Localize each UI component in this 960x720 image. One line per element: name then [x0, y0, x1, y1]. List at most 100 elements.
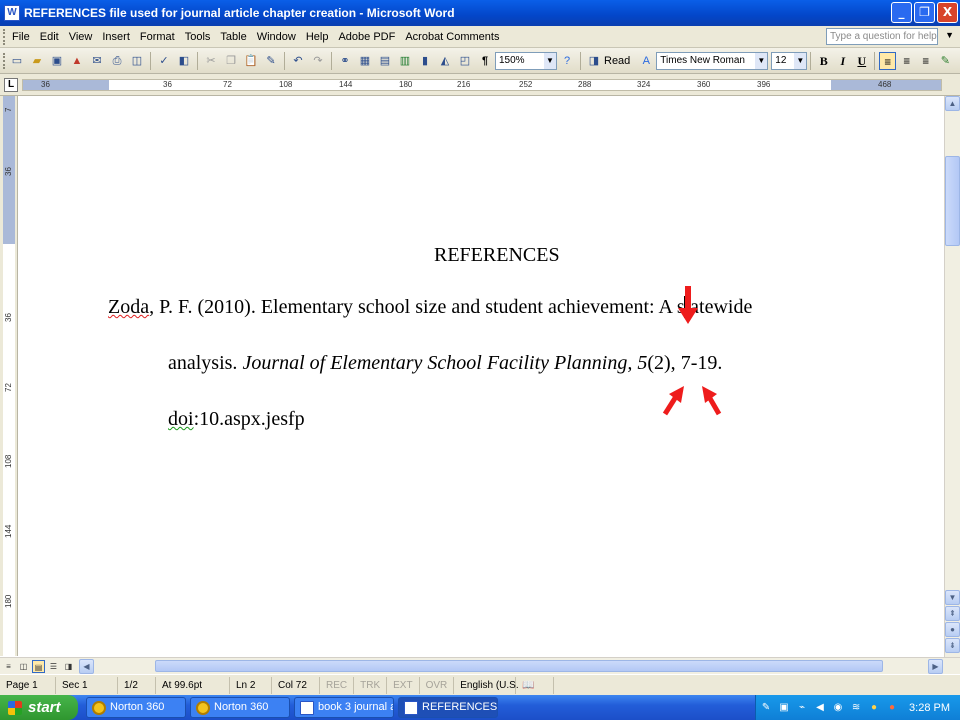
hyperlink-icon[interactable]: ⚭: [337, 53, 353, 69]
menu-edit[interactable]: Edit: [35, 31, 64, 43]
open-folder-icon[interactable]: ▰: [29, 53, 45, 69]
menu-tools[interactable]: Tools: [180, 31, 216, 43]
font-size-select[interactable]: 12 ▼: [771, 51, 808, 70]
menu-file[interactable]: File: [7, 31, 35, 43]
status-trk[interactable]: TRK: [354, 676, 388, 694]
italic-button[interactable]: I: [834, 52, 851, 70]
taskbar-item-references[interactable]: REFERENCES fil...: [398, 697, 498, 718]
maximize-button[interactable]: ❐: [914, 2, 935, 23]
research-icon[interactable]: ◧: [176, 53, 192, 69]
save-icon[interactable]: ▣: [49, 53, 65, 69]
minimize-button[interactable]: _: [891, 2, 912, 23]
align-right-button[interactable]: ≡: [917, 52, 934, 70]
columns-icon[interactable]: ▮: [417, 53, 433, 69]
tray-arrow-icon[interactable]: ◀: [813, 701, 827, 715]
permission-icon[interactable]: ▲: [69, 53, 85, 69]
browse-object-icon[interactable]: ●: [945, 622, 960, 637]
normal-view-icon[interactable]: ≡: [2, 660, 15, 673]
menu-view[interactable]: View: [64, 31, 98, 43]
close-button[interactable]: X: [937, 2, 958, 23]
styles-icon[interactable]: A: [638, 53, 654, 69]
underline-button[interactable]: U: [853, 52, 870, 70]
copy-icon[interactable]: ❐: [223, 53, 239, 69]
drawing-icon[interactable]: ◭: [437, 53, 453, 69]
taskbar-item-norton-2[interactable]: Norton 360: [190, 697, 290, 718]
bold-button[interactable]: B: [815, 52, 832, 70]
start-button[interactable]: start: [0, 695, 78, 720]
menu-window[interactable]: Window: [252, 31, 301, 43]
horizontal-scrollbar[interactable]: ≡ ◫ ▤ ☰ ◨ ◀ ▶: [0, 657, 960, 674]
word-app-icon[interactable]: W: [4, 5, 20, 21]
cut-icon[interactable]: ✂: [203, 53, 219, 69]
status-ext[interactable]: EXT: [387, 676, 420, 694]
vertical-scrollbar[interactable]: ▲ ▼ ⇞ ● ⇟: [944, 96, 960, 657]
paste-icon[interactable]: 📋: [243, 53, 259, 69]
tray-alert-icon[interactable]: ●: [885, 701, 899, 715]
reading-layout-icon[interactable]: ◨: [62, 660, 75, 673]
insert-excel-icon[interactable]: ▥: [397, 53, 413, 69]
taskbar-item-book3[interactable]: book 3 journal a...: [294, 697, 394, 718]
highlight-icon[interactable]: ✎: [937, 53, 953, 69]
horizontal-ruler[interactable]: L 36 36 72 108 144 180 216 252 288 324 3…: [0, 74, 960, 96]
help-icon[interactable]: ?: [559, 53, 575, 69]
horizontal-scroll-thumb[interactable]: [155, 660, 883, 672]
print-icon[interactable]: ⎙: [109, 53, 125, 69]
read-mode-button[interactable]: Read: [604, 55, 630, 67]
status-language[interactable]: English (U.S.: [454, 676, 519, 694]
web-layout-icon[interactable]: ◫: [17, 660, 30, 673]
help-search-input[interactable]: Type a question for help: [826, 28, 938, 45]
tray-network-icon[interactable]: ⌁: [795, 701, 809, 715]
document-page[interactable]: REFERENCES Zoda, P. F. (2010). Elementar…: [19, 96, 944, 657]
scroll-up-icon[interactable]: ▲: [945, 96, 960, 111]
scroll-right-icon[interactable]: ▶: [928, 659, 943, 674]
tray-security-icon[interactable]: ●: [867, 701, 881, 715]
undo-icon[interactable]: ↶: [290, 53, 306, 69]
print-preview-icon[interactable]: ◫: [129, 53, 145, 69]
show-hide-icon[interactable]: ¶: [477, 53, 493, 69]
format-painter-icon[interactable]: ✎: [263, 53, 279, 69]
tab-selector[interactable]: L: [4, 78, 18, 92]
tray-app-icon[interactable]: ◉: [831, 701, 845, 715]
vertical-ruler[interactable]: 7 36 36 72 108 144 180: [0, 96, 18, 656]
help-dropdown-icon[interactable]: ▼: [945, 30, 954, 40]
ruler-track[interactable]: 36 36 72 108 144 180 216 252 288 324 360…: [22, 79, 942, 91]
spelling-error-word[interactable]: Zoda: [108, 296, 149, 318]
insert-table-icon[interactable]: ▤: [377, 53, 393, 69]
print-layout-icon[interactable]: ▤: [32, 659, 45, 673]
menu-acrobat-comments[interactable]: Acrobat Comments: [400, 31, 504, 43]
next-page-icon[interactable]: ⇟: [945, 638, 960, 653]
align-center-button[interactable]: ≡: [898, 52, 915, 70]
redo-icon[interactable]: ↷: [310, 53, 326, 69]
scroll-down-icon[interactable]: ▼: [945, 590, 960, 605]
status-rec[interactable]: REC: [320, 676, 355, 694]
grammar-error-word[interactable]: doi: [168, 408, 194, 430]
chevron-down-icon[interactable]: ▼: [544, 52, 556, 69]
spelling-status-icon[interactable]: 📖: [516, 676, 555, 694]
tables-borders-icon[interactable]: ▦: [357, 53, 373, 69]
email-icon[interactable]: ✉: [89, 53, 105, 69]
toolbar-grip[interactable]: [3, 52, 7, 69]
new-document-icon[interactable]: ▭: [9, 53, 25, 69]
menu-insert[interactable]: Insert: [97, 31, 135, 43]
menu-help[interactable]: Help: [301, 31, 334, 43]
vertical-scroll-thumb[interactable]: [945, 156, 960, 246]
taskbar-item-norton-1[interactable]: Norton 360: [86, 697, 186, 718]
menu-adobe-pdf[interactable]: Adobe PDF: [333, 31, 400, 43]
tray-pen-icon[interactable]: ✎: [759, 701, 773, 715]
clock[interactable]: 3:28 PM: [909, 702, 950, 714]
chevron-down-icon[interactable]: ▼: [794, 52, 807, 69]
read-mode-icon[interactable]: ◨: [586, 53, 602, 69]
outline-view-icon[interactable]: ☰: [47, 660, 60, 673]
menu-table[interactable]: Table: [215, 31, 251, 43]
previous-page-icon[interactable]: ⇞: [945, 606, 960, 621]
scroll-left-icon[interactable]: ◀: [79, 658, 94, 674]
document-map-icon[interactable]: ◰: [457, 53, 473, 69]
font-name-select[interactable]: Times New Roman ▼: [656, 51, 769, 70]
zoom-select[interactable]: 150% ▼: [495, 51, 557, 70]
tray-wireless-icon[interactable]: ≋: [849, 701, 863, 715]
menu-format[interactable]: Format: [135, 31, 180, 43]
tray-monitor-icon[interactable]: ▣: [777, 701, 791, 715]
spelling-icon[interactable]: ✓: [156, 53, 172, 69]
status-ovr[interactable]: OVR: [420, 676, 455, 694]
chevron-down-icon[interactable]: ▼: [755, 52, 768, 69]
